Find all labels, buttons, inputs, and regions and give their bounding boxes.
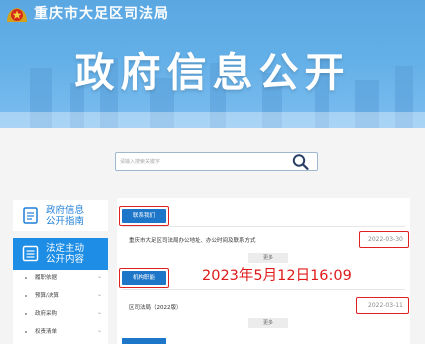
sidebar-card-label-line: 政府信息 xyxy=(46,205,85,216)
section-heading-contact[interactable]: 联系我们 xyxy=(122,209,166,223)
national-emblem-icon[interactable] xyxy=(4,2,30,24)
sidebar-item-duty-basis[interactable]: 履职依据 ⌄ xyxy=(13,270,108,288)
list-item-date: 2022-03-30 xyxy=(368,236,403,243)
sidebar-card-label: 政府信息 公开指南 xyxy=(46,205,84,227)
list-icon xyxy=(22,245,39,262)
sidebar-item-label: 政府采购 xyxy=(35,311,58,317)
sidebar-item-budget[interactable]: 预算/决算 ⌄ xyxy=(13,288,108,306)
bullet-icon xyxy=(25,331,27,333)
sidebar-item-label: 权责清单 xyxy=(35,329,58,335)
chevron-down-icon[interactable]: ⌄ xyxy=(97,309,102,316)
chevron-down-icon[interactable]: ⌄ xyxy=(97,291,102,298)
list-item-title[interactable]: 重庆市大足区司法局办公地址、办公时间及联系方式 xyxy=(129,236,256,244)
sidebar-card-label: 法定主动 公开内容 xyxy=(46,243,84,265)
sidebar-card-disclosure-guide[interactable]: 政府信息 公开指南 xyxy=(13,200,108,231)
sidebar-item-procurement[interactable]: 政府采购 ⌄ xyxy=(13,306,108,324)
bullet-icon xyxy=(25,295,27,297)
divider xyxy=(122,226,405,227)
bullet-icon xyxy=(25,313,27,315)
header-banner: 重庆市大足区司法局 政府信息公开 xyxy=(0,0,425,128)
sidebar-card-label-line: 公开内容 xyxy=(46,254,85,265)
more-button[interactable]: 更多 xyxy=(248,318,288,328)
banner-ground xyxy=(0,112,425,128)
sidebar-card-statutory-content[interactable]: 法定主动 公开内容 xyxy=(13,238,108,270)
list-item-date: 2022-03-11 xyxy=(368,302,403,309)
sidebar-item-power-list[interactable]: 权责清单 ⌄ xyxy=(13,324,108,342)
sidebar-item-label: 预算/决算 xyxy=(35,293,59,299)
section-heading-next[interactable] xyxy=(122,338,166,344)
document-icon xyxy=(23,207,38,224)
search-icon[interactable] xyxy=(291,153,311,170)
timestamp-overlay: 2023年5月12日16:09 xyxy=(202,268,352,284)
sidebar-card-label-line: 公开指南 xyxy=(46,216,85,227)
site-name[interactable]: 重庆市大足区司法局 xyxy=(34,3,169,23)
chevron-down-icon[interactable]: ⌄ xyxy=(97,273,102,280)
more-button[interactable]: 更多 xyxy=(248,253,288,263)
page-title: 政府信息公开 xyxy=(74,50,351,96)
sidebar-list: 履职依据 ⌄ 预算/决算 ⌄ 政府采购 ⌄ 权责清单 ⌄ xyxy=(13,270,108,344)
search-input[interactable] xyxy=(120,155,280,169)
search-bar xyxy=(115,152,318,171)
sidebar-card-label-line: 法定主动 xyxy=(46,243,85,254)
divider xyxy=(122,289,405,290)
chevron-down-icon[interactable]: ⌄ xyxy=(97,327,102,334)
list-item-title[interactable]: 区司法局（2022版） xyxy=(129,303,182,311)
section-heading-functions[interactable]: 机构职能 xyxy=(122,271,166,285)
sidebar-item-label: 履职依据 xyxy=(35,275,58,281)
bullet-icon xyxy=(25,277,27,279)
